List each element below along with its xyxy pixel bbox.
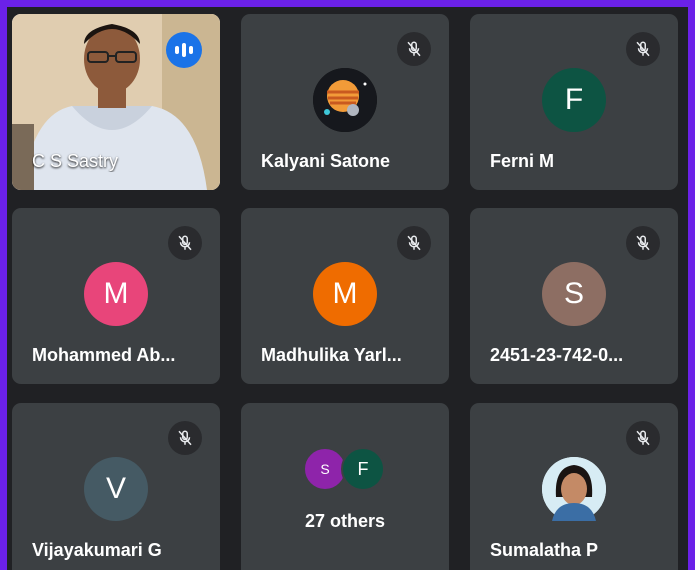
mic-off-icon <box>626 32 660 66</box>
initial-avatar: S <box>542 262 606 326</box>
initial-avatar: M <box>313 262 377 326</box>
mic-off-icon <box>626 421 660 455</box>
mic-off-icon <box>397 226 431 260</box>
participant-name: Vijayakumari G <box>32 540 162 560</box>
others-tile[interactable]: S F 27 others <box>241 403 449 570</box>
participant-name: C S Sastry <box>32 151 119 171</box>
mic-off-icon <box>626 226 660 260</box>
initial-avatar: V <box>84 457 148 521</box>
others-avatars: S F <box>303 447 387 491</box>
initial-avatar: M <box>84 262 148 326</box>
mic-off-icon <box>168 226 202 260</box>
participant-tile-ferni-m[interactable]: F Ferni M <box>470 14 678 190</box>
participant-name: Ferni M <box>490 151 555 171</box>
participant-tile-cs-sastry[interactable]: C S Sastry <box>12 14 220 190</box>
participant-tile-vijayakumari[interactable]: V Vijayakumari G <box>12 403 220 570</box>
participant-name: Sumalatha P <box>490 540 599 560</box>
participant-name: Madhulika Yarl... <box>261 345 402 365</box>
participant-tile-kalyani-satone[interactable]: Kalyani Satone <box>241 14 449 190</box>
participant-name: 2451-23-742-0... <box>490 345 624 365</box>
mini-avatar: F <box>341 447 385 491</box>
participant-name: Mohammed Ab... <box>32 345 176 365</box>
mic-off-icon <box>397 32 431 66</box>
participant-tile-mohammed[interactable]: M Mohammed Ab... <box>12 208 220 384</box>
meeting-grid: C S Sastry Kalyani Satone F Ferni M M Mo… <box>7 7 688 570</box>
participant-tile-2451[interactable]: S 2451-23-742-0... <box>470 208 678 384</box>
others-count: 27 others <box>304 511 386 531</box>
initial-avatar: F <box>542 68 606 132</box>
planet-avatar <box>313 68 377 132</box>
photo-avatar <box>542 457 606 521</box>
participant-tile-madhulika[interactable]: M Madhulika Yarl... <box>241 208 449 384</box>
audio-level-icon <box>166 32 202 68</box>
participant-tile-sumalatha[interactable]: Sumalatha P <box>470 403 678 570</box>
participant-name: Kalyani Satone <box>261 151 391 171</box>
mic-off-icon <box>168 421 202 455</box>
